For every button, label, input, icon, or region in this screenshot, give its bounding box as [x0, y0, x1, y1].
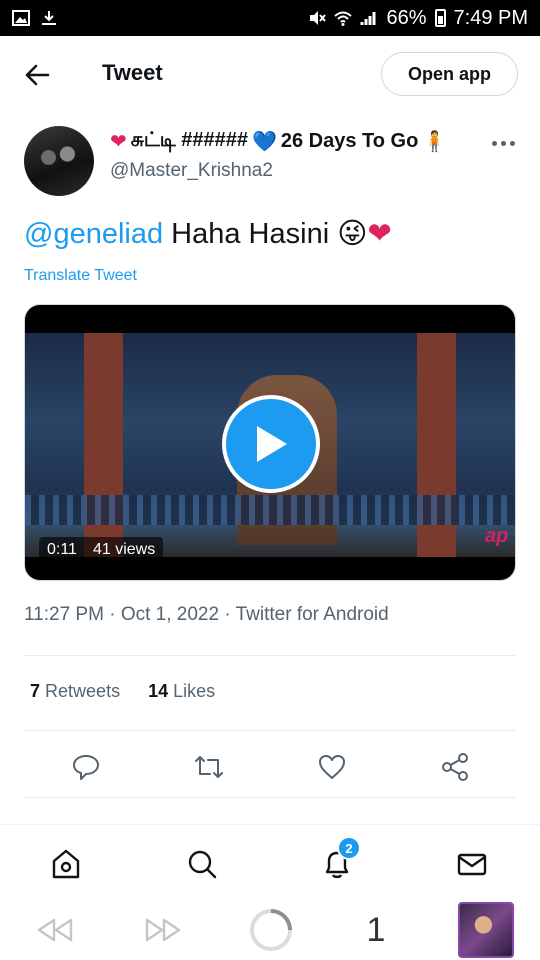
- home-icon: [52, 849, 80, 879]
- rewind-icon: [37, 918, 73, 942]
- battery-percent: 66%: [386, 6, 427, 29]
- tabs-button[interactable]: 1: [356, 902, 396, 958]
- browser-profile-thumbnail[interactable]: [458, 902, 514, 958]
- mention-link[interactable]: @geneliad: [24, 218, 163, 250]
- tweet-timestamp: 11:27 PM · Oct 1, 2022 · Twitter for And…: [24, 604, 389, 625]
- more-options-button[interactable]: [488, 133, 518, 153]
- heart-outline-icon: [318, 755, 345, 779]
- clock: 7:49 PM: [453, 6, 528, 29]
- loading-spinner-icon: [250, 909, 292, 951]
- nav-home[interactable]: [44, 842, 88, 886]
- browser-back-button[interactable]: [30, 902, 80, 958]
- divider: [24, 730, 516, 731]
- share-button[interactable]: [435, 747, 475, 787]
- person-icon: 🧍: [422, 131, 448, 153]
- arrow-left-icon: [25, 64, 50, 86]
- channel-watermark-logo: ap: [485, 525, 509, 547]
- tweet-date[interactable]: Oct 1, 2022: [121, 604, 219, 625]
- play-icon: [257, 426, 287, 462]
- page-title: Tweet: [102, 60, 163, 85]
- divider: [24, 655, 516, 656]
- signal-icon: [360, 12, 376, 25]
- retweet-icon: [194, 756, 223, 778]
- blue-heart-icon: 💙: [251, 131, 277, 153]
- open-app-button[interactable]: Open app: [381, 52, 518, 96]
- tweet-stats: 7 Retweets 14 Likes: [30, 681, 215, 702]
- author-display-name[interactable]: ❤ சுட்டி ###### 💙 26 Days To Go 🧍: [110, 129, 447, 154]
- bottom-nav-border: [0, 824, 540, 825]
- status-bar: 66% 7:49 PM: [0, 0, 540, 36]
- red-heart-icon: ❤: [110, 131, 127, 153]
- video-duration: 0:11: [47, 541, 77, 558]
- video-player[interactable]: ap 0:11 41 views: [24, 304, 516, 581]
- tweet-text: @geneliad Haha Hasini 😜❤: [24, 216, 392, 251]
- browser-forward-button[interactable]: [138, 902, 188, 958]
- mute-icon: [310, 11, 327, 25]
- winking-tongue-emoji-icon: 😜: [337, 218, 368, 250]
- download-icon: [42, 11, 56, 25]
- tweet-body: Haha Hasini: [163, 218, 338, 250]
- tweet-time: 11:27 PM: [24, 604, 104, 625]
- video-info-badge: 0:11 41 views: [39, 537, 164, 563]
- author-name-text: சுட்டி ######: [130, 129, 248, 151]
- play-button[interactable]: [222, 395, 320, 493]
- notification-badge: 2: [337, 836, 361, 860]
- retweet-button[interactable]: [189, 747, 229, 787]
- browser-reload-button[interactable]: [246, 902, 296, 958]
- like-button[interactable]: [312, 747, 352, 787]
- nav-messages[interactable]: [450, 842, 494, 886]
- back-button[interactable]: [20, 58, 54, 92]
- tab-count: 1: [366, 910, 386, 949]
- top-bar: Tweet Open app: [0, 36, 540, 112]
- wifi-icon: [334, 11, 353, 26]
- reply-icon: [72, 755, 99, 780]
- video-thumbnail-rail: [25, 495, 515, 525]
- red-heart-emoji-icon: ❤: [367, 218, 392, 250]
- likes-stat[interactable]: 14 Likes: [148, 681, 215, 702]
- reply-button[interactable]: [66, 747, 106, 787]
- author-handle[interactable]: @Master_Krishna2: [110, 160, 273, 182]
- author-avatar[interactable]: [24, 126, 94, 196]
- gallery-icon: [12, 10, 30, 26]
- author-countdown: 26 Days To Go: [280, 130, 419, 152]
- nav-explore[interactable]: [180, 842, 224, 886]
- fast-forward-icon: [145, 918, 181, 942]
- translate-tweet-link[interactable]: Translate Tweet: [24, 267, 137, 285]
- battery-icon: [434, 9, 446, 27]
- divider: [24, 797, 516, 798]
- envelope-icon: [457, 853, 487, 876]
- retweets-stat[interactable]: 7 Retweets: [30, 681, 120, 702]
- share-icon: [441, 753, 468, 781]
- search-icon: [188, 850, 217, 879]
- video-views: 41 views: [92, 541, 156, 558]
- tweet-source[interactable]: Twitter for Android: [236, 604, 389, 625]
- tweet-actions: [24, 744, 516, 790]
